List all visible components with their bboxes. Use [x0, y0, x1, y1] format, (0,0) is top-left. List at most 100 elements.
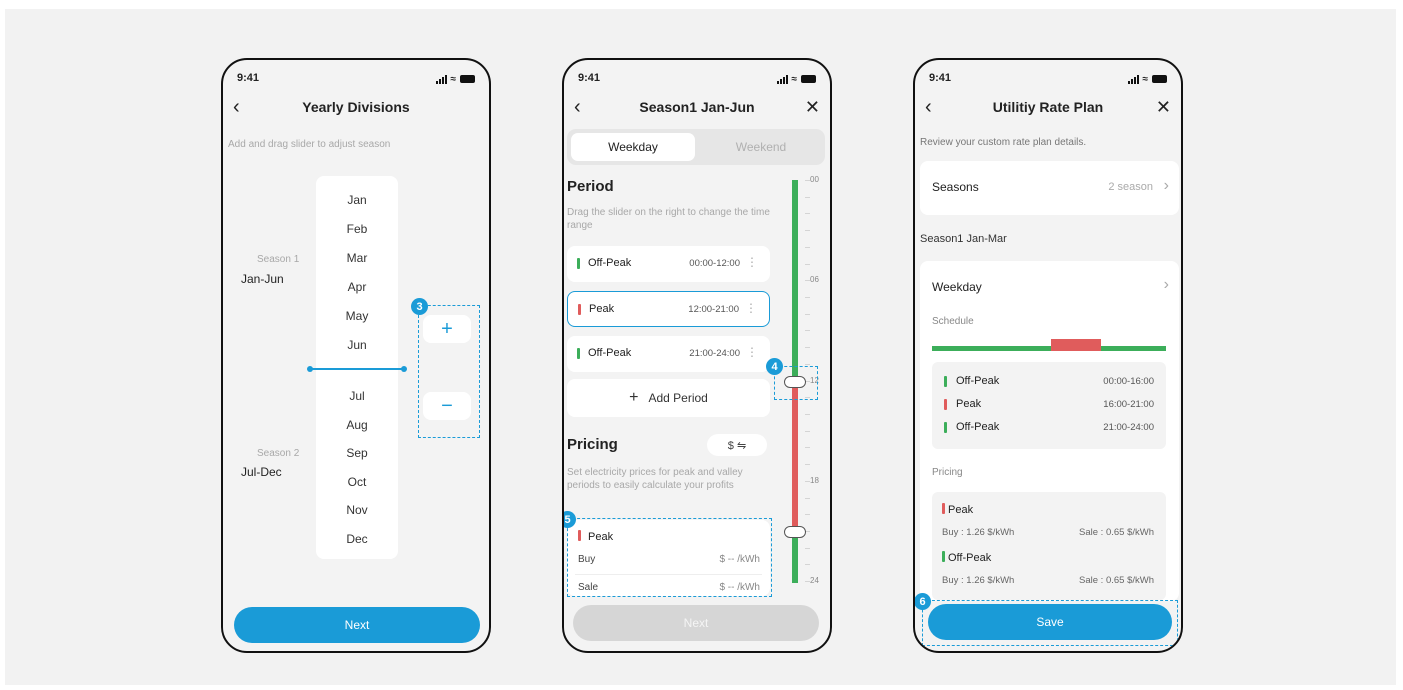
hour-tick: [805, 263, 810, 265]
hour-tick: [805, 547, 810, 549]
review-hint: Review your custom rate plan details.: [920, 137, 1087, 148]
step-badge-4: 4: [766, 358, 783, 375]
schedule-period-name: Peak: [956, 398, 982, 410]
phone-rate-plan-review: 9:41 ≈ ‹ Utilitiy Rate Plan ✕ Review you…: [913, 58, 1183, 653]
seasons-row[interactable]: Seasons 2 season ›: [920, 161, 1179, 215]
next-button[interactable]: Next: [234, 607, 480, 643]
hour-tick-label: 18: [810, 475, 819, 485]
hour-tick: [805, 330, 810, 332]
peak-color-marker: [942, 503, 945, 514]
divider-handle-right[interactable]: [401, 366, 407, 372]
divider-handle-left[interactable]: [307, 366, 313, 372]
period-color-marker: [578, 304, 581, 315]
currency-toggle[interactable]: $ ⇋: [707, 434, 767, 456]
close-icon[interactable]: ✕: [1156, 96, 1171, 118]
remove-season-button[interactable]: −: [423, 392, 471, 420]
tab-weekday[interactable]: Weekday: [571, 133, 695, 161]
schedule-period-name: Off-Peak: [956, 421, 1000, 433]
tab-weekend[interactable]: Weekend: [699, 133, 823, 161]
highlight-save-button: [922, 600, 1178, 646]
signal-icon: [776, 74, 788, 84]
period-time: 00:00-12:00: [689, 258, 740, 269]
hour-tick: [805, 430, 810, 432]
add-period-button[interactable]: + Add Period: [567, 379, 770, 417]
hour-tick: [805, 464, 810, 465]
offpeak-buy-price: Buy : 1.26 $/kWh: [942, 575, 1015, 586]
hour-tick: [805, 447, 810, 449]
season1-label: Season 1: [257, 254, 300, 265]
offpeak-sale-price: Sale : 0.65 $/kWh: [1079, 575, 1154, 586]
period-hint: Drag the slider on the right to change t…: [567, 207, 770, 231]
seasons-value: 2 season: [1108, 181, 1153, 193]
peak-sale-price: Sale : 0.65 $/kWh: [1079, 527, 1154, 538]
month-item: Jan: [347, 193, 367, 207]
schedule-color-marker: [944, 399, 947, 410]
period-item[interactable]: Off-Peak 00:00-12:00 ⋮: [567, 246, 770, 282]
schedule-row: Off-Peak 21:00-24:00: [944, 421, 1154, 435]
schedule-period-time: 21:00-24:00: [1103, 422, 1154, 433]
phone-yearly-divisions: 9:41 ≈ ‹ Yearly Divisions Add and drag s…: [221, 58, 491, 653]
schedule-period-time: 16:00-21:00: [1103, 399, 1154, 410]
month-item: Mar: [346, 251, 368, 265]
add-period-label: Add Period: [648, 391, 708, 405]
offpeak-range-bar: [792, 180, 798, 382]
next-button-disabled[interactable]: Next: [573, 605, 819, 641]
more-options-icon[interactable]: ⋮: [746, 345, 758, 359]
more-options-icon[interactable]: ⋮: [745, 301, 757, 315]
period-time: 21:00-24:00: [689, 348, 740, 359]
hour-tick: [805, 497, 810, 499]
pricing-label: Pricing: [932, 467, 963, 478]
step-badge-6: 6: [915, 593, 931, 610]
hour-tick: [805, 514, 810, 516]
battery-icon: [460, 75, 475, 83]
hour-tick: [805, 564, 810, 566]
month-item: May: [345, 309, 369, 323]
season2-label: Season 2: [257, 448, 300, 459]
season2-range: Jul-Dec: [241, 465, 282, 479]
page-title: Yearly Divisions: [302, 99, 410, 115]
season-divider-slider[interactable]: [309, 368, 405, 370]
hour-tick: [805, 313, 810, 315]
step-badge-3: 3: [411, 298, 428, 315]
period-color-marker: [577, 348, 580, 359]
weekday-label[interactable]: Weekday: [932, 280, 982, 294]
nav-bar: ‹ Yearly Divisions: [223, 96, 489, 120]
month-item: Dec: [346, 531, 368, 546]
status-bar: 9:41 ≈: [578, 72, 816, 86]
status-time: 9:41: [578, 72, 601, 84]
season1-range: Jan-Jun: [241, 272, 284, 286]
period-item[interactable]: Peak 12:00-21:00 ⋮: [567, 291, 770, 327]
close-icon[interactable]: ✕: [805, 96, 820, 118]
chevron-right-icon[interactable]: ›: [1164, 276, 1169, 294]
schedule-row: Off-Peak 00:00-16:00: [944, 375, 1154, 389]
offpeak-color-marker: [942, 551, 945, 562]
status-bar: 9:41 ≈: [237, 72, 475, 86]
wifi-icon: ≈: [450, 73, 457, 85]
schedule-period-time: 00:00-16:00: [1103, 376, 1154, 387]
month-item: Jun: [347, 338, 367, 352]
hour-tick: [805, 363, 810, 365]
month-item: Nov: [346, 503, 368, 517]
slider-hint: Add and drag slider to adjust season: [228, 139, 391, 150]
signal-icon: [1127, 74, 1139, 84]
period-name: Off-Peak: [588, 347, 632, 359]
peak-range-bar: [792, 382, 798, 532]
period-name: Peak: [589, 303, 615, 315]
slider-handle-end[interactable]: [784, 526, 806, 538]
hour-tick: [805, 246, 810, 248]
highlight-pricing-card: [567, 518, 772, 597]
period-item[interactable]: Off-Peak 21:00-24:00 ⋮: [567, 336, 770, 372]
more-options-icon[interactable]: ⋮: [746, 255, 758, 269]
peak-pricing-label: Peak: [948, 504, 974, 516]
hour-tick: [805, 196, 810, 198]
add-season-button[interactable]: +: [423, 315, 471, 343]
battery-icon: [1152, 75, 1167, 83]
period-time: 12:00-21:00: [688, 304, 739, 315]
hour-tick: [805, 347, 810, 349]
month-item: Apr: [347, 280, 367, 294]
period-heading: Period: [567, 178, 614, 195]
hour-tick-label: 06: [810, 275, 819, 285]
status-time: 9:41: [929, 72, 952, 84]
chevron-right-icon: ›: [1163, 177, 1169, 194]
schedule-color-marker: [944, 422, 947, 433]
